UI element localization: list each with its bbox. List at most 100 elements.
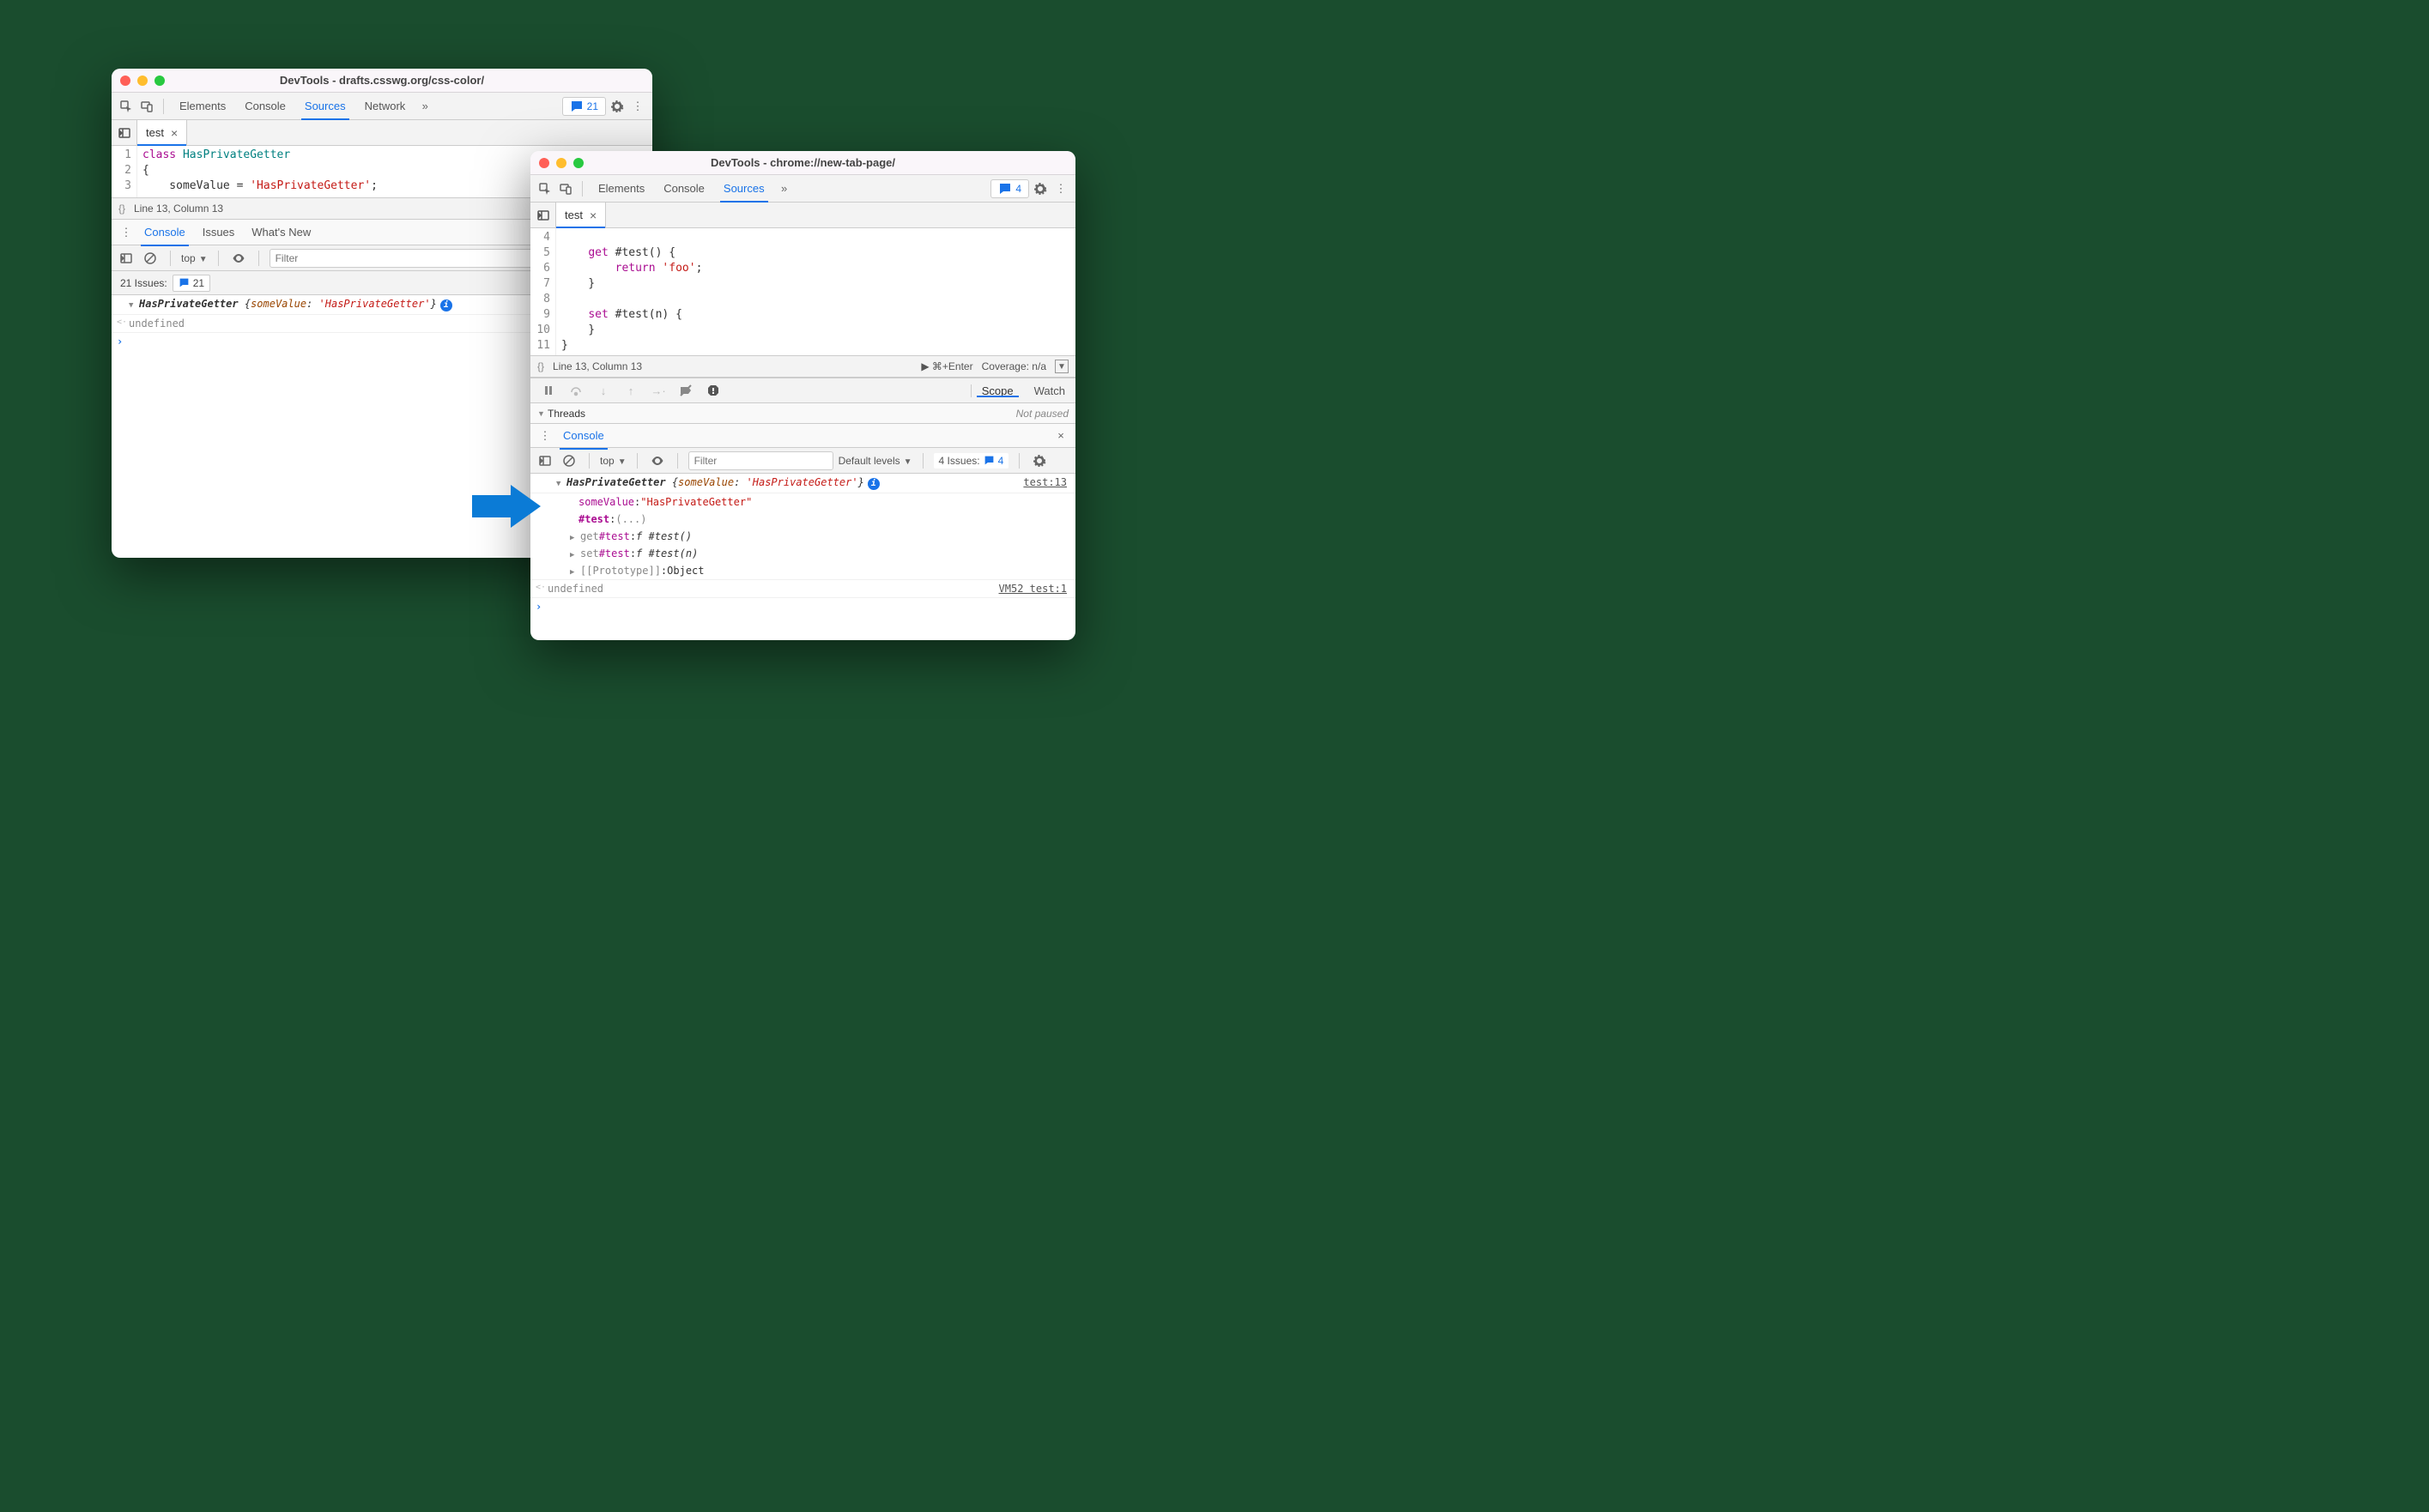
levels-dropdown[interactable]: Default levels▼ xyxy=(839,455,912,467)
tab-network[interactable]: Network xyxy=(356,93,415,120)
drawer-tab-issues[interactable]: Issues xyxy=(194,219,244,246)
expand-icon[interactable]: ▶ xyxy=(570,568,578,577)
threads-section[interactable]: ▼ Threads Not paused xyxy=(530,403,1075,424)
step-out-icon[interactable]: ↑ xyxy=(621,381,640,400)
braces-button[interactable]: {} xyxy=(537,360,544,372)
minimize-window-icon[interactable] xyxy=(556,158,566,168)
zoom-window-icon[interactable] xyxy=(154,76,165,86)
file-tabs: test × xyxy=(112,120,652,146)
object-property[interactable]: someValue: "HasPrivateGetter" xyxy=(530,493,1075,511)
more-tabs-icon[interactable]: » xyxy=(775,179,794,198)
info-icon[interactable]: i xyxy=(868,478,880,490)
inspect-icon[interactable] xyxy=(536,179,554,198)
zoom-window-icon[interactable] xyxy=(573,158,584,168)
issues-chip-count: 21 xyxy=(193,277,204,289)
kebab-menu-icon[interactable]: ⋮ xyxy=(628,97,647,116)
expand-icon[interactable]: ▶ xyxy=(570,534,578,542)
code-editor[interactable]: 4 5 6 7 8 9 10 11 get #test() { return '… xyxy=(530,228,1075,355)
device-toggle-icon[interactable] xyxy=(556,179,575,198)
expand-icon[interactable]: ▼ xyxy=(129,301,136,310)
console-sidebar-icon[interactable] xyxy=(117,249,136,268)
main-toolbar: Elements Console Sources Network » 21 ⋮ xyxy=(112,93,652,120)
step-icon[interactable]: →· xyxy=(649,381,668,400)
console-row-object[interactable]: ▼ HasPrivateGetter {someValue: 'HasPriva… xyxy=(530,474,1075,493)
main-toolbar: Elements Console Sources » 4 ⋮ xyxy=(530,175,1075,203)
pause-on-exceptions-icon[interactable] xyxy=(704,381,723,400)
debugger-toolbar: ↓ ↑ →· Scope Watch xyxy=(530,378,1075,403)
tab-elements[interactable]: Elements xyxy=(590,175,653,203)
tab-sources[interactable]: Sources xyxy=(296,93,354,120)
pause-icon[interactable] xyxy=(539,381,558,400)
object-property[interactable]: ▶ set #test: f #test(n) xyxy=(530,545,1075,562)
filter-input[interactable] xyxy=(688,451,833,470)
traffic-lights xyxy=(539,158,584,168)
more-tabs-icon[interactable]: » xyxy=(415,97,434,116)
tab-sources[interactable]: Sources xyxy=(715,175,773,203)
code-content[interactable]: get #test() { return 'foo'; } set #test(… xyxy=(556,228,1075,355)
tab-scope[interactable]: Scope xyxy=(972,384,1024,397)
braces-button[interactable]: {} xyxy=(118,203,125,215)
run-snippet-button[interactable]: ▶ ⌘+Enter xyxy=(921,360,972,372)
window-title: DevTools - chrome://new-tab-page/ xyxy=(530,156,1075,169)
drawer-menu-icon[interactable]: ⋮ xyxy=(536,426,554,445)
line-gutter: 1 2 3 xyxy=(112,146,137,197)
console-output: ▼ HasPrivateGetter {someValue: 'HasPriva… xyxy=(530,474,1075,603)
object-property[interactable]: ▶ [[Prototype]]: Object xyxy=(530,562,1075,580)
issues-badge[interactable]: 4 xyxy=(990,179,1029,198)
live-expression-icon[interactable] xyxy=(648,451,667,470)
close-window-icon[interactable] xyxy=(120,76,130,86)
tab-watch[interactable]: Watch xyxy=(1024,384,1075,397)
return-arrow-icon: <· xyxy=(117,318,127,327)
clear-console-icon[interactable] xyxy=(141,249,160,268)
step-over-icon[interactable] xyxy=(566,381,585,400)
threads-label: Threads xyxy=(548,408,585,420)
traffic-lights xyxy=(120,76,165,86)
close-icon[interactable]: × xyxy=(590,209,597,222)
navigator-toggle-icon[interactable] xyxy=(112,120,137,145)
kebab-menu-icon[interactable]: ⋮ xyxy=(1051,179,1070,198)
settings-icon[interactable] xyxy=(1031,179,1050,198)
drawer-menu-icon[interactable]: ⋮ xyxy=(117,223,136,242)
settings-icon[interactable] xyxy=(608,97,627,116)
source-link[interactable]: VM52 test:1 xyxy=(999,583,1067,595)
close-drawer-icon[interactable]: × xyxy=(1051,426,1070,445)
step-into-icon[interactable]: ↓ xyxy=(594,381,613,400)
issues-chip[interactable]: 4 Issues: 4 xyxy=(934,453,1009,469)
object-property[interactable]: #test: (...) xyxy=(530,511,1075,528)
drawer-header: ⋮ Console × xyxy=(530,424,1075,448)
console-prompt[interactable]: › xyxy=(530,598,1075,603)
drawer-tab-console[interactable]: Console xyxy=(136,219,194,246)
tab-console[interactable]: Console xyxy=(655,175,713,203)
issues-chip[interactable]: 21 xyxy=(173,275,210,292)
inspect-icon[interactable] xyxy=(117,97,136,116)
minimize-window-icon[interactable] xyxy=(137,76,148,86)
file-tab-label: test xyxy=(565,209,583,221)
issues-badge[interactable]: 21 xyxy=(562,97,606,116)
expand-icon[interactable]: ▶ xyxy=(570,551,578,559)
collapse-icon[interactable]: ▼ xyxy=(1055,360,1069,373)
expand-icon[interactable]: ▼ xyxy=(537,409,545,418)
console-settings-icon[interactable] xyxy=(1030,451,1049,470)
context-dropdown[interactable]: top▼ xyxy=(181,252,208,264)
source-link[interactable]: test:13 xyxy=(1023,476,1067,488)
navigator-toggle-icon[interactable] xyxy=(530,203,556,227)
drawer-tab-whatsnew[interactable]: What's New xyxy=(243,219,319,246)
deactivate-breakpoints-icon[interactable] xyxy=(676,381,695,400)
info-icon[interactable]: i xyxy=(440,299,452,311)
tab-console[interactable]: Console xyxy=(236,93,294,120)
tab-elements[interactable]: Elements xyxy=(171,93,234,120)
device-toggle-icon[interactable] xyxy=(137,97,156,116)
close-window-icon[interactable] xyxy=(539,158,549,168)
clear-console-icon[interactable] xyxy=(560,451,578,470)
drawer-tab-console[interactable]: Console xyxy=(554,422,613,450)
console-sidebar-icon[interactable] xyxy=(536,451,554,470)
file-tab-test[interactable]: test × xyxy=(556,203,606,227)
context-dropdown[interactable]: top▼ xyxy=(600,455,627,467)
not-paused-label: Not paused xyxy=(1016,408,1069,420)
close-icon[interactable]: × xyxy=(171,126,178,140)
expand-icon[interactable]: ▼ xyxy=(556,480,564,488)
object-property[interactable]: ▶ get #test: f #test() xyxy=(530,528,1075,545)
live-expression-icon[interactable] xyxy=(229,249,248,268)
file-tab-test[interactable]: test × xyxy=(137,120,187,145)
issues-count: 21 xyxy=(587,100,598,112)
